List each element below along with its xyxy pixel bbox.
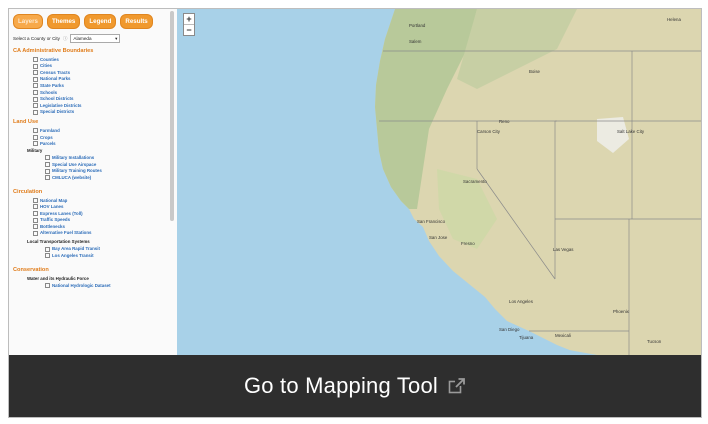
layer-checkbox[interactable] (33, 109, 38, 115)
layer-checkbox[interactable] (33, 134, 38, 140)
group-military: Military (27, 148, 43, 154)
map-city-label: San Jose (429, 235, 448, 240)
layer-item[interactable]: Bottlenecks (9, 223, 177, 230)
map-city-label: Boise (529, 69, 540, 74)
zoom-in-button[interactable]: + (184, 14, 194, 25)
layer-checkbox[interactable] (45, 175, 50, 181)
map-city-label: Portland (409, 23, 426, 28)
layer-checkbox[interactable] (33, 70, 38, 76)
layer-item[interactable]: Military Training Routes (9, 168, 177, 175)
chevron-down-icon: ▾ (115, 36, 118, 41)
layer-checkbox[interactable] (33, 56, 38, 62)
county-select[interactable]: Alameda ▾ (70, 34, 121, 43)
layer-sidebar: Layers Themes Legend Results Select a Co… (9, 9, 178, 355)
map-city-label: Carson City (477, 129, 500, 134)
layer-item[interactable]: Crops (9, 134, 177, 141)
layer-checkbox[interactable] (33, 83, 38, 89)
map-city-label: Helena (667, 17, 681, 22)
layer-checkbox[interactable] (45, 155, 50, 161)
layer-item[interactable]: Farmland (9, 127, 177, 134)
layer-item[interactable]: Los Angeles Transit (9, 252, 177, 259)
layer-checkbox[interactable] (33, 204, 38, 210)
layer-item[interactable]: National Parks (9, 76, 177, 83)
map-city-label: Tucson (647, 339, 662, 344)
zoom-out-button[interactable]: − (184, 25, 194, 35)
zoom-control: + − (183, 13, 195, 36)
layer-checkbox[interactable] (33, 141, 38, 147)
map-city-label: Fresno (461, 241, 475, 246)
layer-checkbox[interactable] (45, 168, 50, 174)
layer-item[interactable]: Bay Area Rapid Transit (9, 246, 177, 253)
layer-checkbox[interactable] (33, 197, 38, 203)
layer-checkbox[interactable] (45, 162, 50, 168)
layer-item[interactable]: National Hydrologic Dataset (9, 282, 177, 289)
tab-legend[interactable]: Legend (84, 14, 117, 29)
layer-item[interactable]: Traffic Speeds (9, 217, 177, 224)
layer-item[interactable]: National Map (9, 197, 177, 204)
layer-checkbox[interactable] (33, 211, 38, 217)
info-icon: ⓘ (62, 35, 68, 41)
section-title-landuse: Land Use (13, 119, 39, 126)
map-city-label: Los Angeles (509, 299, 533, 304)
map-city-label: Reno (499, 119, 510, 124)
layer-item[interactable]: HOV Lanes (9, 204, 177, 211)
county-selector: Select a County or City ⓘ Alameda ▾ (9, 33, 177, 44)
map-city-label: Las Vegas (553, 247, 574, 252)
layer-item[interactable]: Census Tracts (9, 69, 177, 76)
sidebar-scrollbar[interactable] (170, 11, 174, 221)
layer-item[interactable]: Express Lanes (Toll) (9, 210, 177, 217)
section-title-conservation: Conservation (13, 267, 49, 274)
layer-item[interactable]: School Districts (9, 96, 177, 103)
map-city-label: Tijuana (519, 335, 534, 340)
layer-item[interactable]: Schools (9, 89, 177, 96)
map-city-label: Sacramento (463, 179, 487, 184)
layer-checkbox[interactable] (33, 89, 38, 95)
sidebar-tabs: Layers Themes Legend Results (9, 9, 177, 33)
map-city-label: Phoenix (613, 309, 629, 314)
basemap (177, 9, 701, 355)
layer-checkbox[interactable] (33, 128, 38, 134)
layer-item[interactable]: State Parks (9, 82, 177, 89)
layer-checkbox[interactable] (33, 76, 38, 82)
layer-item[interactable]: Special Districts (9, 109, 177, 116)
layer-checkbox[interactable] (45, 283, 50, 289)
layer-item[interactable]: Military Installations (9, 155, 177, 162)
county-label: Select a County or City (13, 36, 60, 41)
layer-checkbox[interactable] (33, 96, 38, 102)
layer-item[interactable]: Alternative Fuel Stations (9, 230, 177, 237)
map-view[interactable]: + − Portland Salem Boise Salt Lake City Reno… (177, 9, 701, 355)
layer-checkbox[interactable] (33, 224, 38, 230)
group-water: Water and its Hydraulic Force (27, 276, 89, 282)
tab-themes[interactable]: Themes (46, 14, 81, 29)
layer-checkbox[interactable] (33, 63, 38, 69)
layer-item[interactable]: CMLUCA (website) (9, 174, 177, 181)
layer-checkbox[interactable] (45, 246, 50, 252)
map-city-label: San Diego (499, 327, 520, 332)
tab-results[interactable]: Results (120, 14, 153, 29)
go-to-mapping-tool-button[interactable]: Go to Mapping Tool (9, 355, 701, 417)
layer-item[interactable]: Counties (9, 56, 177, 63)
layer-checkbox[interactable] (45, 253, 50, 259)
layer-checkbox[interactable] (33, 103, 38, 109)
group-local-transportation: Local Transportation Systems (27, 239, 90, 245)
map-city-label: Salem (409, 39, 422, 44)
map-city-label: Mexicali (555, 333, 571, 338)
layer-item[interactable]: Special Use Airspace (9, 161, 177, 168)
section-title-admin: CA Administrative Boundaries (13, 48, 94, 54)
layer-item[interactable]: Legislative Districts (9, 102, 177, 109)
layer-item[interactable]: Parcels (9, 141, 177, 148)
external-link-icon (448, 377, 466, 394)
map-city-label: San Francisco (417, 219, 446, 224)
layer-checkbox[interactable] (33, 230, 38, 236)
footer-label: Go to Mapping Tool (244, 373, 438, 398)
layer-checkbox[interactable] (33, 217, 38, 223)
tab-layers[interactable]: Layers (13, 14, 43, 29)
mapping-tool-preview: Layers Themes Legend Results Select a Co… (8, 8, 702, 418)
layer-item[interactable]: Cities (9, 63, 177, 70)
section-title-circulation: Circulation (13, 188, 43, 195)
map-city-label: Salt Lake City (617, 129, 645, 134)
